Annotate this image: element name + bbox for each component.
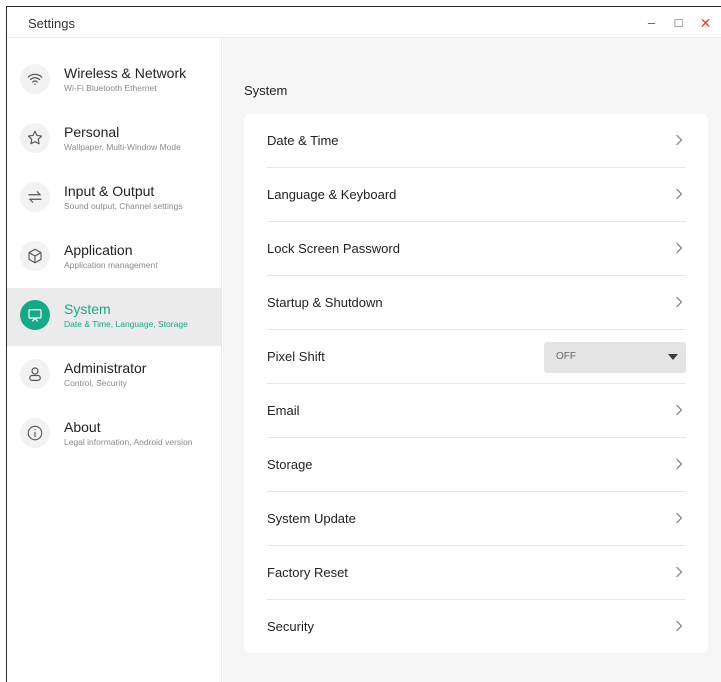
row-storage[interactable]: Storage — [267, 438, 686, 492]
maximize-button[interactable]: □ — [669, 13, 688, 32]
minimize-button[interactable]: – — [642, 13, 661, 32]
sidebar-item-label: About — [64, 419, 101, 435]
sidebar-item-input-output[interactable]: Input & Output Sound output, Channel set… — [7, 170, 222, 228]
main-content: System Date & Time Language & Keyboard L… — [223, 38, 721, 682]
cube-icon — [20, 241, 50, 271]
star-icon — [20, 123, 50, 153]
row-pixel-shift: Pixel Shift OFF — [267, 330, 686, 384]
row-label: Storage — [267, 457, 313, 472]
sidebar-item-application[interactable]: Application Application management — [7, 229, 222, 287]
dropdown-value: OFF — [556, 351, 576, 362]
row-system-update[interactable]: System Update — [267, 492, 686, 546]
sidebar-item-label: Wireless & Network — [64, 65, 187, 81]
title-bar: Settings – □ ✕ — [7, 7, 721, 38]
chevron-right-icon — [676, 566, 683, 578]
row-label: Pixel Shift — [267, 349, 325, 364]
row-label: Email — [267, 403, 300, 418]
pixel-shift-dropdown[interactable]: OFF — [544, 342, 686, 373]
row-email[interactable]: Email — [267, 384, 686, 438]
sidebar-item-label: Administrator — [64, 360, 147, 376]
row-label: Security — [267, 619, 314, 634]
caret-down-icon — [668, 354, 678, 360]
settings-window: Settings – □ ✕ Wireless & Network Wi-Fi … — [6, 6, 721, 682]
swap-arrows-icon — [20, 182, 50, 212]
person-icon — [20, 359, 50, 389]
row-label: Language & Keyboard — [267, 187, 397, 202]
wifi-icon — [20, 64, 50, 94]
close-button[interactable]: ✕ — [696, 13, 715, 32]
window-title: Settings — [28, 16, 75, 31]
row-label: Date & Time — [267, 133, 339, 148]
sidebar-item-subtitle: Date & Time, Language, Storage — [64, 319, 188, 329]
chevron-right-icon — [676, 404, 683, 416]
row-label: Startup & Shutdown — [267, 295, 383, 310]
sidebar-item-personal[interactable]: Personal Wallpaper, Multi-Window Mode — [7, 111, 222, 169]
row-label: Lock Screen Password — [267, 241, 400, 256]
sidebar-item-subtitle: Application management — [64, 260, 158, 270]
sidebar-item-administrator[interactable]: Administrator Control, Security — [7, 347, 222, 405]
sidebar: Wireless & Network Wi-Fi Bluetooth Ether… — [7, 38, 222, 682]
chevron-right-icon — [676, 512, 683, 524]
sidebar-item-label: Input & Output — [64, 183, 155, 199]
sidebar-item-label: Application — [64, 242, 133, 258]
sidebar-item-system[interactable]: System Date & Time, Language, Storage — [7, 288, 222, 346]
chevron-right-icon — [676, 188, 683, 200]
chevron-right-icon — [676, 134, 683, 146]
sidebar-item-label: Personal — [64, 124, 120, 140]
chevron-right-icon — [676, 242, 683, 254]
sidebar-item-subtitle: Legal information, Android version — [64, 437, 193, 447]
row-date-time[interactable]: Date & Time — [267, 114, 686, 168]
row-label: Factory Reset — [267, 565, 348, 580]
row-startup-shutdown[interactable]: Startup & Shutdown — [267, 276, 686, 330]
chevron-right-icon — [676, 458, 683, 470]
sidebar-item-subtitle: Wi-Fi Bluetooth Ethernet — [64, 83, 157, 93]
chevron-right-icon — [676, 296, 683, 308]
sidebar-item-wireless-network[interactable]: Wireless & Network Wi-Fi Bluetooth Ether… — [7, 52, 222, 110]
info-icon — [20, 418, 50, 448]
sidebar-item-about[interactable]: About Legal information, Android version — [7, 406, 222, 464]
window-controls: – □ ✕ — [642, 13, 715, 32]
row-lock-screen-password[interactable]: Lock Screen Password — [267, 222, 686, 276]
presentation-board-icon — [20, 300, 50, 330]
sidebar-item-subtitle: Wallpaper, Multi-Window Mode — [64, 142, 181, 152]
sidebar-item-subtitle: Control, Security — [64, 378, 127, 388]
row-factory-reset[interactable]: Factory Reset — [267, 546, 686, 600]
sidebar-item-label: System — [64, 301, 111, 317]
chevron-right-icon — [676, 620, 683, 632]
sidebar-item-subtitle: Sound output, Channel settings — [64, 201, 183, 211]
page-title: System — [244, 83, 288, 98]
settings-list: Date & Time Language & Keyboard Lock Scr… — [244, 114, 708, 653]
row-language-keyboard[interactable]: Language & Keyboard — [267, 168, 686, 222]
row-security[interactable]: Security — [267, 600, 686, 654]
row-label: System Update — [267, 511, 356, 526]
